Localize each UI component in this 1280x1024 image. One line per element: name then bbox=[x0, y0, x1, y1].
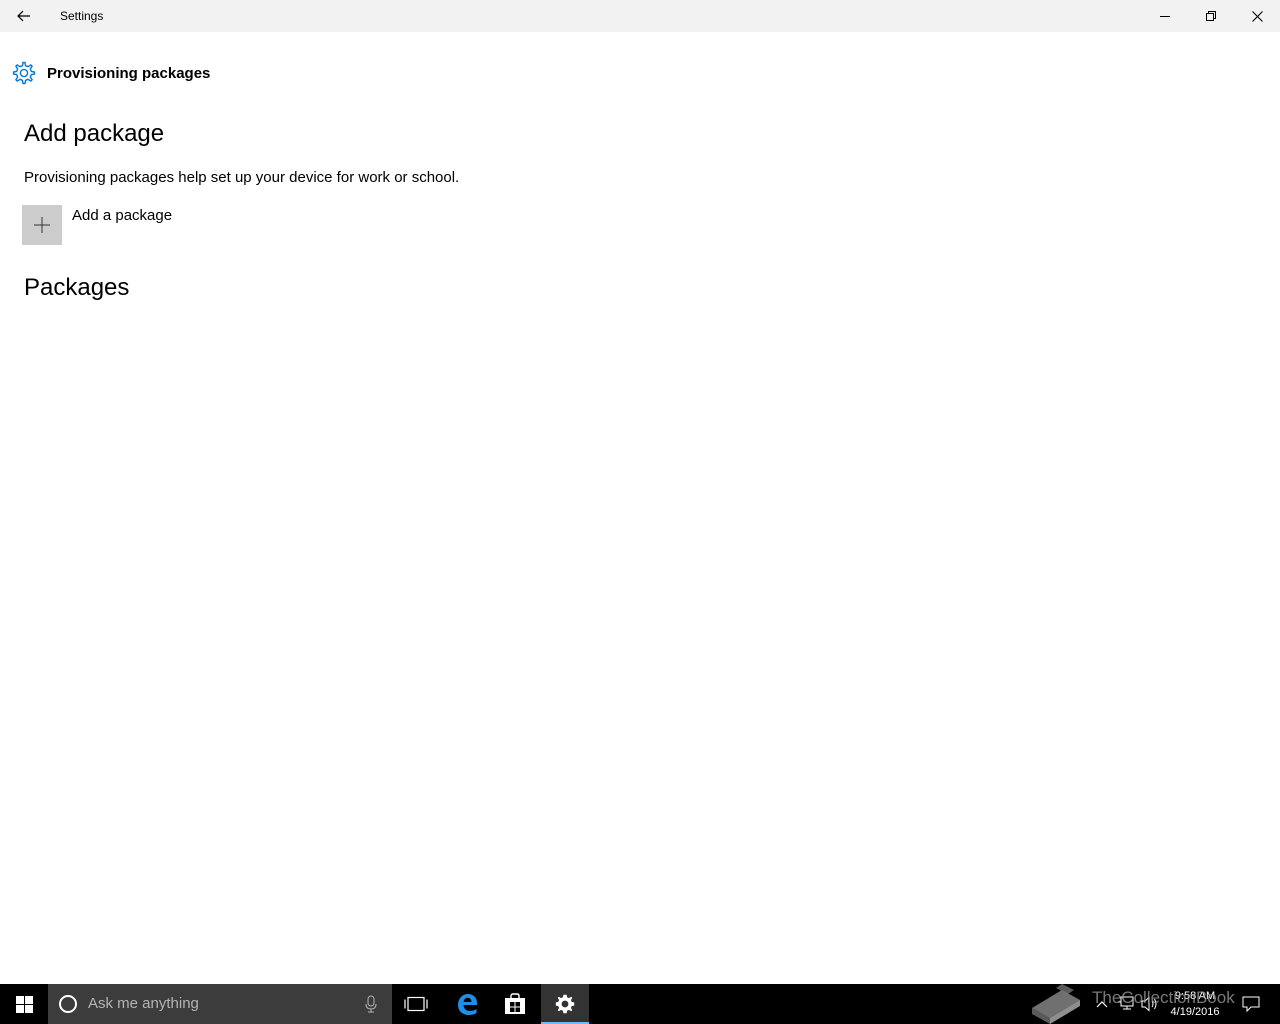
settings-taskbar-button[interactable] bbox=[541, 984, 589, 1024]
volume-button[interactable] bbox=[1140, 984, 1160, 1024]
gear-icon bbox=[10, 59, 38, 87]
restore-icon bbox=[1206, 11, 1216, 21]
add-package-description: Provisioning packages help set up your d… bbox=[24, 169, 460, 186]
store-icon bbox=[505, 993, 525, 1014]
action-center-icon bbox=[1242, 996, 1260, 1012]
add-package-label: Add a package bbox=[72, 207, 173, 224]
minimize-icon bbox=[1160, 16, 1170, 17]
add-package-button[interactable]: Add a package bbox=[22, 205, 172, 245]
clock[interactable]: 9:58 AM 4/19/2016 bbox=[1164, 988, 1226, 1020]
settings-icon bbox=[555, 994, 575, 1014]
back-arrow-icon bbox=[17, 10, 30, 22]
window-title: Settings bbox=[60, 9, 104, 23]
back-button[interactable] bbox=[0, 0, 48, 32]
clock-date: 4/19/2016 bbox=[1170, 1006, 1220, 1018]
chevron-up-icon bbox=[1096, 1001, 1108, 1008]
edge-icon bbox=[458, 994, 477, 1015]
title-bar: Settings bbox=[0, 0, 1280, 32]
store-button[interactable] bbox=[491, 984, 539, 1024]
add-package-heading: Add package bbox=[24, 120, 165, 147]
search-box[interactable]: Ask me anything bbox=[48, 984, 392, 1024]
network-button[interactable] bbox=[1116, 984, 1136, 1024]
close-icon bbox=[1251, 10, 1263, 22]
taskbar: Ask me anything 9:58 AM 4/19/2016 bbox=[0, 984, 1280, 1024]
windows-logo-icon bbox=[15, 995, 33, 1013]
volume-icon bbox=[1141, 996, 1157, 1012]
plus-icon bbox=[22, 205, 62, 245]
microphone-icon[interactable] bbox=[364, 994, 378, 1014]
close-button[interactable] bbox=[1234, 0, 1280, 32]
show-hidden-icons-button[interactable] bbox=[1092, 984, 1112, 1024]
network-icon bbox=[1118, 996, 1134, 1010]
search-placeholder: Ask me anything bbox=[88, 995, 199, 1012]
task-view-button[interactable] bbox=[392, 984, 440, 1024]
start-button[interactable] bbox=[0, 984, 48, 1024]
page-header: Provisioning packages bbox=[10, 58, 210, 88]
cortana-icon bbox=[59, 995, 77, 1013]
minimize-button[interactable] bbox=[1142, 0, 1188, 32]
edge-button[interactable] bbox=[443, 984, 491, 1024]
restore-button[interactable] bbox=[1188, 0, 1234, 32]
action-center-button[interactable] bbox=[1238, 984, 1264, 1024]
packages-heading: Packages bbox=[24, 274, 130, 301]
page-title: Provisioning packages bbox=[47, 64, 211, 82]
task-view-icon bbox=[404, 996, 428, 1012]
clock-time: 9:58 AM bbox=[1174, 990, 1216, 1002]
